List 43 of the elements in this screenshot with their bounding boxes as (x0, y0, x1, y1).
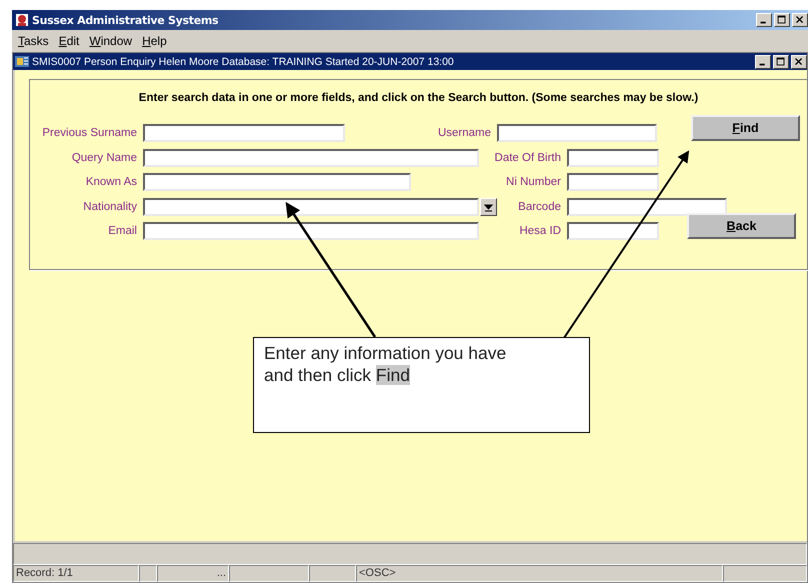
menu-item[interactable]: Edit (54, 34, 84, 48)
callout-text: Enter any information you have and then click Find (253, 337, 590, 433)
dropdown-button[interactable] (480, 198, 497, 216)
input-field[interactable] (567, 148, 659, 167)
input-field[interactable] (143, 124, 345, 142)
close-button[interactable] (792, 13, 808, 27)
field-label: Email (107, 225, 138, 238)
field-label: Barcode (517, 200, 562, 213)
app-logo-icon (15, 13, 29, 27)
down-arrow-icon (484, 202, 493, 212)
input-field[interactable] (567, 173, 659, 192)
maximize-button[interactable] (773, 54, 789, 68)
minimize-button[interactable] (756, 13, 772, 27)
back-button[interactable]: Back (687, 213, 796, 239)
form-title: SMIS0007 Person Enquiry Helen Moore Database: TRAINING Started 20-JUN-2007 13:00 (32, 56, 454, 68)
field-label: Username (436, 127, 492, 140)
menu-item[interactable]: Window (85, 34, 136, 48)
field-label: Date Of Birth (494, 152, 562, 164)
input-field[interactable] (567, 222, 659, 240)
instruction-text: Enter search data in one or more fields, and click on the Search button. (Some searches may be slow.) (138, 91, 698, 104)
input-field[interactable] (567, 198, 727, 216)
field-label: Ni Number (505, 176, 562, 188)
form-icon (15, 55, 29, 68)
input-field[interactable] (143, 222, 479, 240)
window-title: Sussex Administrative Systems (32, 14, 218, 26)
status-field: ... (157, 565, 229, 582)
field-label: Query Name (70, 152, 138, 164)
minimize-button[interactable] (755, 54, 771, 68)
status-field: <OSC> (356, 565, 723, 582)
input-field[interactable] (497, 124, 657, 142)
field-label: Nationality (82, 200, 138, 213)
find-button[interactable]: Find (691, 115, 800, 141)
field-label: Known As (84, 176, 138, 188)
input-field[interactable] (143, 173, 411, 192)
field-label: Previous Surname (41, 127, 138, 140)
field-label: Hesa ID (518, 225, 562, 238)
menu-item[interactable]: Tasks (14, 34, 53, 48)
input-field[interactable] (143, 198, 479, 216)
input-field[interactable] (143, 148, 479, 167)
record-status: Record: 1/1 (13, 565, 139, 582)
close-button[interactable] (791, 54, 807, 68)
maximize-button[interactable] (774, 13, 790, 27)
menu-item[interactable]: Help (138, 34, 171, 48)
